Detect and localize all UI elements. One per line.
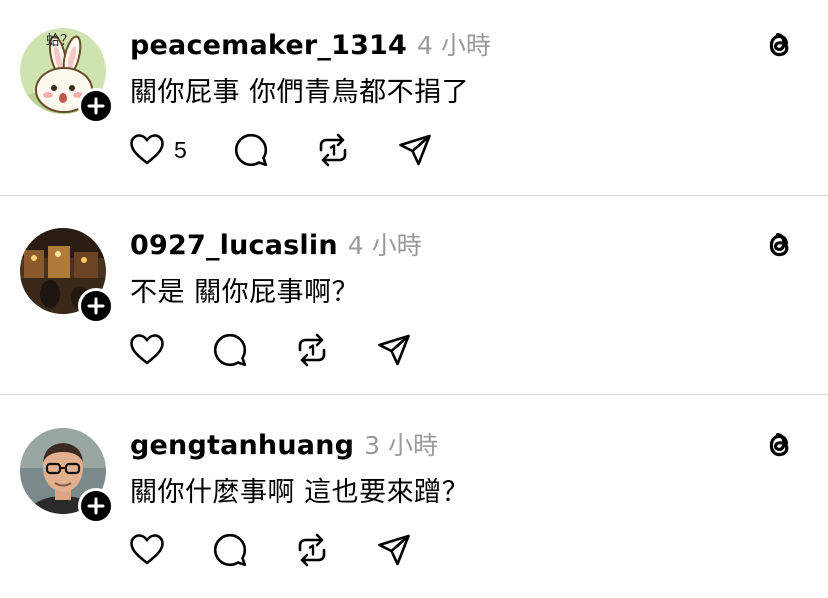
post-text: 關你什麼事啊 這也要來蹭？ <box>130 477 470 508</box>
timestamp: 3 小時 <box>364 431 439 460</box>
action-bar: 5 <box>128 130 433 170</box>
comment-icon <box>213 333 247 367</box>
reply-button[interactable] <box>233 132 269 168</box>
repost-button[interactable] <box>294 532 330 568</box>
plus-icon <box>87 297 105 315</box>
post-header: gengtanhuang 3 小時 <box>130 426 438 462</box>
plus-icon <box>87 497 105 515</box>
reply-post-3: gengtanhuang 3 小時 關你什麼事啊 這也要來蹭？ <box>0 400 828 598</box>
follow-button[interactable] <box>78 488 114 524</box>
avatar-wrap <box>20 228 114 324</box>
username[interactable]: 0927_lucaslin <box>130 230 338 261</box>
heart-icon <box>130 534 164 565</box>
send-icon <box>398 134 431 166</box>
svg-text:蛤？: 蛤？ <box>46 33 74 49</box>
post-text: 關你屁事 你們青鳥都不捐了 <box>130 77 470 108</box>
threads-logo-icon[interactable] <box>760 426 798 464</box>
comment-icon <box>234 133 267 167</box>
action-bar <box>128 530 412 570</box>
timestamp: 4 小時 <box>417 31 491 60</box>
follow-button[interactable] <box>78 288 114 324</box>
repost-icon <box>298 533 326 567</box>
reply-post-2: 0927_lucaslin 4 小時 不是 關你屁事啊？ <box>0 200 828 398</box>
heart-icon <box>130 134 164 165</box>
follow-button[interactable] <box>78 88 114 124</box>
username[interactable]: peacemaker_1314 <box>130 30 407 61</box>
repost-icon <box>319 133 347 167</box>
username[interactable]: gengtanhuang <box>130 430 354 461</box>
post-header: peacemaker_1314 4 小時 <box>130 26 491 62</box>
post-header: 0927_lucaslin 4 小時 <box>130 226 422 262</box>
reply-button[interactable] <box>212 332 248 368</box>
like-button[interactable] <box>128 332 166 368</box>
share-button[interactable] <box>376 332 412 368</box>
like-button[interactable] <box>128 532 166 568</box>
plus-icon <box>87 97 105 115</box>
share-button[interactable] <box>376 532 412 568</box>
repost-icon <box>298 333 326 367</box>
reply-button[interactable] <box>212 532 248 568</box>
avatar-wrap: 蛤？ <box>20 28 114 124</box>
repost-button[interactable] <box>315 132 351 168</box>
avatar-wrap <box>20 428 114 524</box>
divider <box>0 195 828 196</box>
send-icon <box>378 534 410 566</box>
timestamp: 4 小時 <box>347 231 422 260</box>
share-button[interactable] <box>397 132 433 168</box>
threads-logo-icon[interactable] <box>760 226 798 264</box>
post-text: 不是 關你屁事啊？ <box>130 277 360 308</box>
reply-post-1: 蛤？ peacemaker_1314 4 小時 關你屁事 你們青鳥都不捐了 5 <box>0 0 828 198</box>
heart-icon <box>130 334 164 365</box>
send-icon <box>378 334 410 366</box>
comment-icon <box>213 533 247 567</box>
like-count: 5 <box>174 136 187 163</box>
action-bar <box>128 330 412 370</box>
divider <box>0 394 828 395</box>
threads-logo-icon[interactable] <box>760 26 798 64</box>
repost-button[interactable] <box>294 332 330 368</box>
like-button[interactable]: 5 <box>128 132 187 168</box>
